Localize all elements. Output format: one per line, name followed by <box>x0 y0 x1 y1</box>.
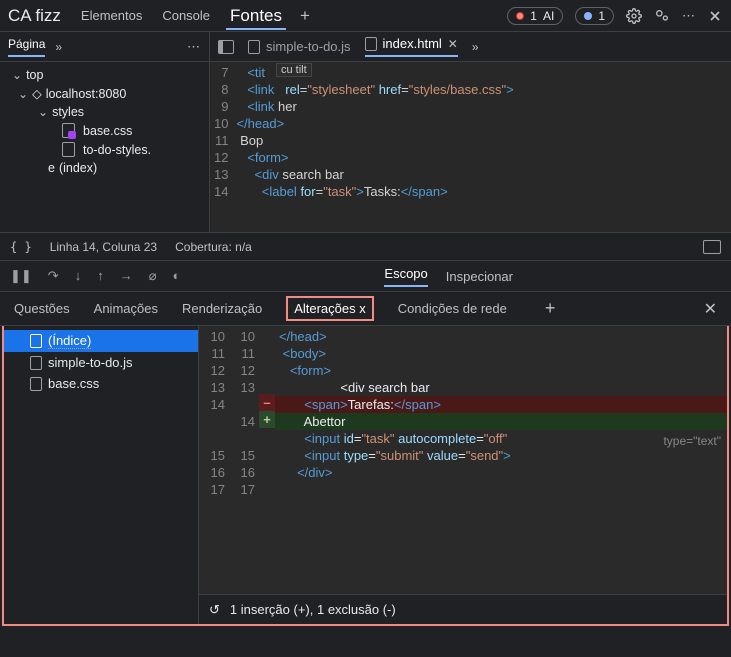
file-icon <box>248 40 260 54</box>
tree-file-todo-styles[interactable]: to-do-styles. <box>4 140 209 159</box>
changes-statusbar: ↺ 1 inserção (+), 1 exclusão (-) <box>199 594 727 624</box>
message-dot-icon <box>584 12 592 20</box>
drawer-tab-issues[interactable]: Questões <box>14 301 70 316</box>
step-icon[interactable]: → <box>120 268 133 284</box>
format-icon[interactable]: { } <box>10 240 32 254</box>
drawer-close-icon[interactable]: ✕ <box>704 299 717 319</box>
editor-tab-js[interactable]: simple-to-do.js <box>248 39 351 54</box>
scope-tab[interactable]: Escopo <box>384 266 427 287</box>
step-out-icon[interactable]: ↑ <box>97 268 104 284</box>
more-tabs-icon[interactable]: » <box>55 40 62 54</box>
main-split: Página » ⋯ ⌄top ⌄◇ localhost:8080 ⌄style… <box>0 32 731 232</box>
changes-summary: 1 inserção (+), 1 exclusão (-) <box>230 602 396 617</box>
changes-file-item[interactable]: base.css <box>4 373 198 394</box>
close-tab-icon[interactable]: ✕ <box>448 37 458 51</box>
deactivate-breakpoints-icon[interactable]: ⌀ <box>149 268 157 284</box>
sidebar-more-icon[interactable]: ⋯ <box>187 39 201 55</box>
drawer-add-tab-icon[interactable]: + <box>545 298 556 319</box>
file-icon <box>365 37 377 51</box>
diff-sign-column: –+ <box>259 326 275 594</box>
step-over-icon[interactable]: ↷ <box>48 268 59 284</box>
cursor-position: Linha 14, Coluna 23 <box>50 240 157 254</box>
diff-lines[interactable]: </head> <body> <form> <div search bar <s… <box>275 326 727 594</box>
tree-file-index[interactable]: e (index) <box>4 159 209 177</box>
editor-statusbar: { } Linha 14, Coluna 23 Cobertura: n/a <box>0 232 731 260</box>
editor-tabs: simple-to-do.js index.html✕ » <box>210 32 731 62</box>
changes-file-item[interactable]: (Índice) <box>4 330 198 352</box>
close-icon[interactable] <box>707 8 723 24</box>
file-icon <box>62 123 75 138</box>
drawer-tab-network-conditions[interactable]: Condições de rede <box>398 301 507 316</box>
code-editor[interactable]: 7891011121314 <tit <link rel="stylesheet… <box>210 62 731 232</box>
changes-diff: 1011121314151617 1011121314151617 –+ </h… <box>199 326 727 624</box>
tab-console[interactable]: Console <box>158 4 214 27</box>
diff-overflow-hint: type="text" <box>663 434 721 448</box>
add-tab-icon[interactable]: + <box>300 6 310 26</box>
file-icon <box>30 356 42 370</box>
pause-icon[interactable]: ❚❚ <box>10 268 32 284</box>
editor: simple-to-do.js index.html✕ » 7891011121… <box>210 32 731 232</box>
watch-tab[interactable]: Inspecionar <box>446 269 513 284</box>
sidebar-tab-page[interactable]: Página <box>8 37 45 57</box>
more-icon[interactable]: ⋯ <box>682 8 695 24</box>
revert-icon[interactable]: ↺ <box>209 602 220 618</box>
drawer-tab-changes[interactable]: Alterações x <box>286 296 374 321</box>
diff-gutter-new: 1011121314151617 <box>229 326 259 594</box>
ai-issues-pill[interactable]: 1 AI <box>507 7 563 25</box>
file-tree: ⌄top ⌄◇ localhost:8080 ⌄styles base.css … <box>0 62 209 181</box>
code-lines[interactable]: <tit <link rel="stylesheet" href="styles… <box>236 62 731 232</box>
brand: CA fizz <box>8 6 61 26</box>
changes-file-list: (Índice)simple-to-do.jsbase.css <box>4 326 199 624</box>
gutter: 7891011121314 <box>210 62 236 232</box>
diff-gutter-old: 1011121314151617 <box>199 326 229 594</box>
pause-exceptions-icon[interactable]: ◐ <box>173 268 181 284</box>
sidebar: Página » ⋯ ⌄top ⌄◇ localhost:8080 ⌄style… <box>0 32 210 232</box>
navigator-icon[interactable] <box>218 40 234 54</box>
tab-sources[interactable]: Fontes <box>226 2 286 30</box>
file-icon <box>62 142 75 157</box>
more-editor-tabs-icon[interactable]: » <box>472 40 479 54</box>
tree-host[interactable]: ⌄◇ localhost:8080 <box>4 84 209 103</box>
changes-panel: (Índice)simple-to-do.jsbase.css 10111213… <box>2 326 729 626</box>
debugger-bar: ❚❚ ↷ ↓ ↑ → ⌀ ◐ Escopo Inspecionar <box>0 260 731 292</box>
drawer-tab-animations[interactable]: Animações <box>94 301 158 316</box>
devtools-topbar: CA fizz Elementos Console Fontes + 1 AI … <box>0 0 731 32</box>
experiments-icon[interactable] <box>654 8 670 24</box>
step-into-icon[interactable]: ↓ <box>75 268 82 284</box>
tree-folder-styles[interactable]: ⌄styles <box>4 103 209 121</box>
tree-file-base-css[interactable]: base.css <box>4 121 209 140</box>
settings-icon[interactable] <box>626 8 642 24</box>
file-icon <box>30 377 42 391</box>
file-icon <box>30 334 42 348</box>
tree-top[interactable]: ⌄top <box>4 66 209 84</box>
drawer-tab-rendering[interactable]: Renderização <box>182 301 262 316</box>
activity-icon[interactable] <box>703 240 721 254</box>
tab-elements[interactable]: Elementos <box>77 4 146 27</box>
messages-pill[interactable]: 1 <box>575 7 614 25</box>
drawer-tabs: Questões Animações Renderização Alteraçõ… <box>0 292 731 326</box>
record-dot-icon <box>516 12 524 20</box>
coverage-status: Cobertura: n/a <box>175 240 252 254</box>
autocomplete-hint: cu tilt <box>276 63 312 77</box>
changes-file-item[interactable]: simple-to-do.js <box>4 352 198 373</box>
editor-tab-html[interactable]: index.html✕ <box>365 36 458 57</box>
debugger-controls: ❚❚ ↷ ↓ ↑ → ⌀ ◐ <box>10 268 180 284</box>
sidebar-tabs: Página » ⋯ <box>0 32 209 62</box>
